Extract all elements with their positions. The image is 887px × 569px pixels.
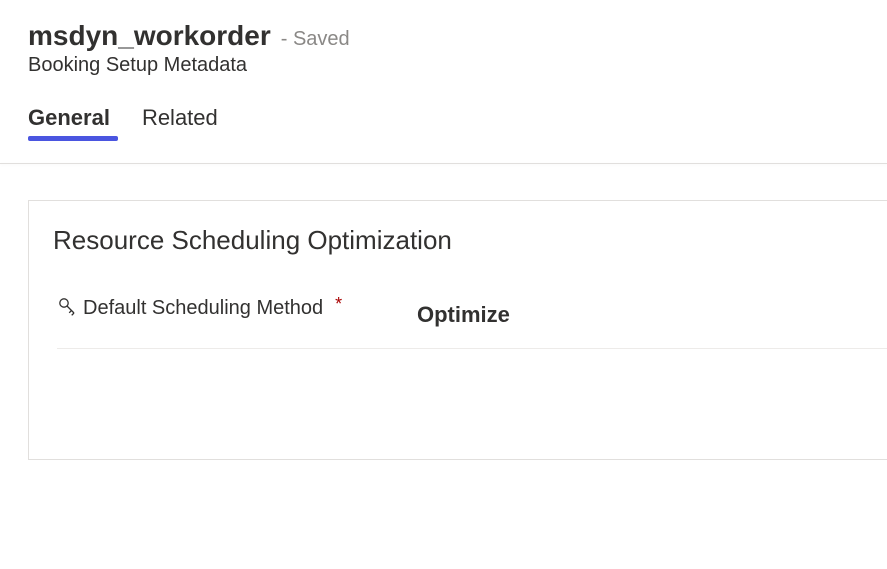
section-rso: Resource Scheduling Optimization Default…: [28, 200, 887, 460]
key-icon: [57, 296, 77, 321]
section-title: Resource Scheduling Optimization: [53, 225, 887, 256]
field-value-default-scheduling-method[interactable]: Optimize: [377, 292, 887, 328]
tab-related-label: Related: [142, 105, 218, 130]
required-indicator: *: [335, 294, 342, 315]
save-status: - Saved: [281, 28, 350, 51]
field-default-scheduling-method: Default Scheduling Method * Optimize: [57, 292, 887, 349]
form-content: Resource Scheduling Optimization Default…: [0, 164, 887, 460]
tab-related[interactable]: Related: [142, 105, 218, 139]
field-label-wrap: Default Scheduling Method *: [57, 292, 377, 324]
title-row: msdyn_workorder - Saved: [28, 20, 859, 52]
tab-general[interactable]: General: [28, 105, 110, 139]
form-header: msdyn_workorder - Saved Booking Setup Me…: [0, 0, 887, 77]
field-label: Default Scheduling Method: [83, 292, 323, 324]
tab-general-label: General: [28, 105, 110, 130]
entity-subtitle: Booking Setup Metadata: [28, 54, 859, 77]
page-title: msdyn_workorder: [28, 20, 271, 52]
tab-list: General Related: [0, 77, 887, 139]
